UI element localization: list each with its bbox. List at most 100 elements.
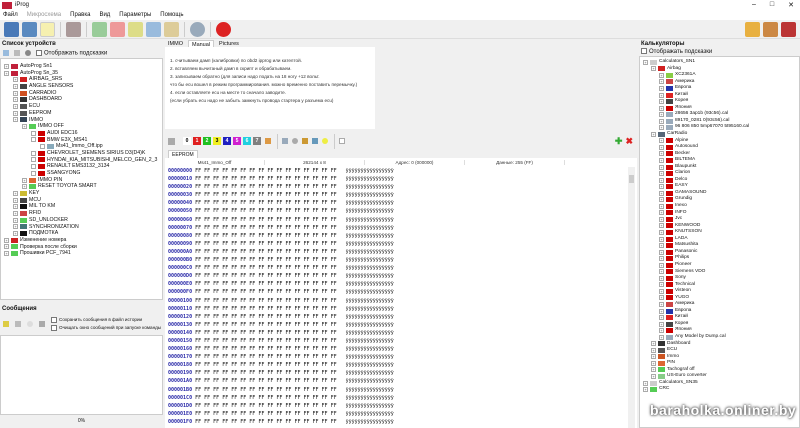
expand-icon[interactable]: + (659, 112, 664, 118)
expand-icon[interactable]: + (4, 237, 9, 243)
menu-help[interactable]: Помощь (160, 12, 183, 18)
expand-icon[interactable]: + (659, 249, 664, 255)
tree-node[interactable]: BMW E3X_MS41 (1, 137, 162, 144)
expand-icon[interactable] (31, 137, 36, 143)
clock-icon[interactable] (27, 321, 33, 327)
expand-icon[interactable] (31, 150, 36, 156)
expand-icon[interactable]: + (651, 360, 656, 366)
expand-icon[interactable]: + (659, 236, 664, 242)
show-hints-checkbox[interactable]: Отображать подсказки (36, 49, 107, 56)
expand-icon[interactable]: + (13, 224, 18, 230)
expand-icon[interactable]: + (4, 63, 9, 69)
expand-icon[interactable]: + (13, 97, 18, 103)
expand-icon[interactable]: + (659, 144, 664, 150)
user-icon[interactable] (190, 21, 205, 37)
minimize-button[interactable]: – (752, 1, 756, 9)
expand-icon[interactable]: + (659, 282, 664, 288)
expand-icon[interactable]: + (659, 118, 664, 124)
buffer-5-button[interactable]: 5 (233, 137, 241, 145)
tree-node[interactable]: + SYNCHRONIZATION (1, 224, 162, 231)
expand-icon[interactable]: + (659, 203, 664, 209)
expand-icon[interactable]: + (13, 90, 18, 96)
expand-icon[interactable]: + (651, 66, 656, 72)
buffer-1-button[interactable]: 1 (193, 137, 201, 145)
tree-node[interactable]: CHEVROLET_SIEMENS SIRIUS D3(D4)K (1, 150, 162, 157)
tree-node[interactable]: + Проверка после сборки (1, 244, 162, 251)
expand-icon[interactable]: + (651, 367, 656, 373)
clear-on-start-checkbox[interactable]: Очищать окно сообщений при запуске коман… (51, 325, 161, 331)
tree-node[interactable]: HYNDAI_KIA_MITSUBISHI_MELCO_GEN_2_3 (1, 157, 162, 164)
expand-icon[interactable]: + (659, 79, 664, 85)
tree-node[interactable]: + SD_UNLOCKER (1, 217, 162, 224)
buffer-icon[interactable] (265, 138, 271, 144)
expand-icon[interactable]: + (659, 197, 664, 203)
expand-icon[interactable]: + (659, 223, 664, 229)
edit-icon[interactable] (745, 21, 760, 37)
filter-icon[interactable] (282, 138, 288, 144)
expand-icon[interactable]: + (659, 302, 664, 307)
tree-node[interactable]: + AIRBAG_SRS (1, 76, 162, 83)
tree-node[interactable]: + Прошивки PCF_7941 (1, 250, 162, 257)
expand-icon[interactable]: + (651, 341, 656, 347)
tree-node[interactable]: + RESET TOYOTA SMART (1, 183, 162, 190)
expand-icon[interactable]: + (13, 197, 18, 203)
checksum-icon[interactable] (312, 138, 318, 144)
expand-icon[interactable]: + (13, 117, 18, 123)
expand-icon[interactable]: + (4, 70, 9, 76)
tree-node[interactable]: + ECU (1, 103, 162, 110)
search-icon[interactable] (25, 50, 31, 56)
verify-icon[interactable] (146, 21, 161, 37)
buffer-2-button[interactable]: 2 (203, 137, 211, 145)
tree-node[interactable]: + ПОДМОТКА (1, 230, 162, 237)
expand-icon[interactable]: + (4, 251, 9, 257)
expand-icon[interactable]: + (13, 110, 18, 116)
expand-icon[interactable]: + (4, 244, 9, 250)
buffer-6-button[interactable]: 6 (243, 137, 251, 145)
expand-icon[interactable]: + (659, 184, 664, 190)
hex-view[interactable]: 00000000 FF FF FF FF FF FF FF FF FF FF F… (165, 167, 637, 428)
menu-view[interactable]: Вид (99, 12, 110, 18)
expand-icon[interactable] (31, 164, 36, 170)
expand-icon[interactable]: + (659, 99, 664, 105)
expand-icon[interactable]: + (13, 103, 18, 109)
buffer-3-button[interactable]: 3 (213, 137, 221, 145)
expand-icon[interactable]: + (659, 328, 664, 334)
blank-check-icon[interactable] (164, 21, 179, 37)
expand-icon[interactable]: + (13, 83, 18, 89)
expand-icon[interactable]: + (651, 354, 656, 360)
tree-node[interactable]: RENAULT EMS3132_3134 (1, 163, 162, 170)
write-icon[interactable] (128, 21, 143, 37)
tree-node[interactable]: + RFID (1, 210, 162, 217)
expand-icon[interactable]: + (659, 171, 664, 177)
tree-node[interactable]: + CARRADIO (1, 90, 162, 97)
menu-file[interactable]: Файл (3, 12, 18, 18)
expand-icon[interactable]: + (13, 77, 18, 83)
tree-node[interactable]: + AutoProg Sn1 (1, 63, 162, 70)
expand-icon[interactable]: + (659, 262, 664, 268)
expand-icon[interactable]: + (659, 85, 664, 91)
save-history-checkbox[interactable]: Сохранить сообщения в файл истории (51, 317, 161, 323)
expand-icon[interactable]: + (13, 217, 18, 223)
expand-icon[interactable]: + (643, 387, 648, 393)
erase-icon[interactable] (110, 21, 125, 37)
save-icon[interactable] (22, 21, 37, 37)
expand-icon[interactable]: + (643, 380, 648, 386)
tree-node[interactable]: + AutoProg Sn_35 (1, 70, 162, 77)
expand-icon[interactable]: + (22, 177, 27, 183)
expand-icon[interactable]: + (651, 374, 656, 380)
expand-icon[interactable]: + (659, 288, 664, 294)
maximize-button[interactable]: □ (770, 1, 774, 9)
expand-icon[interactable]: + (659, 334, 664, 340)
expand-icon[interactable]: + (659, 151, 664, 157)
expand-icon[interactable]: + (659, 105, 664, 111)
expand-icon[interactable]: + (659, 256, 664, 262)
tools-icon[interactable] (781, 21, 796, 37)
tree-node[interactable]: AUDI EDC16 (1, 130, 162, 137)
expand-icon[interactable]: + (659, 229, 664, 235)
expand-icon[interactable] (31, 130, 36, 136)
expand-icon[interactable]: + (659, 243, 664, 249)
menu-edit[interactable]: Правка (70, 12, 90, 18)
expand-icon[interactable]: + (659, 216, 664, 222)
expand-icon[interactable]: + (659, 295, 664, 301)
expand-icon[interactable]: + (22, 124, 27, 130)
